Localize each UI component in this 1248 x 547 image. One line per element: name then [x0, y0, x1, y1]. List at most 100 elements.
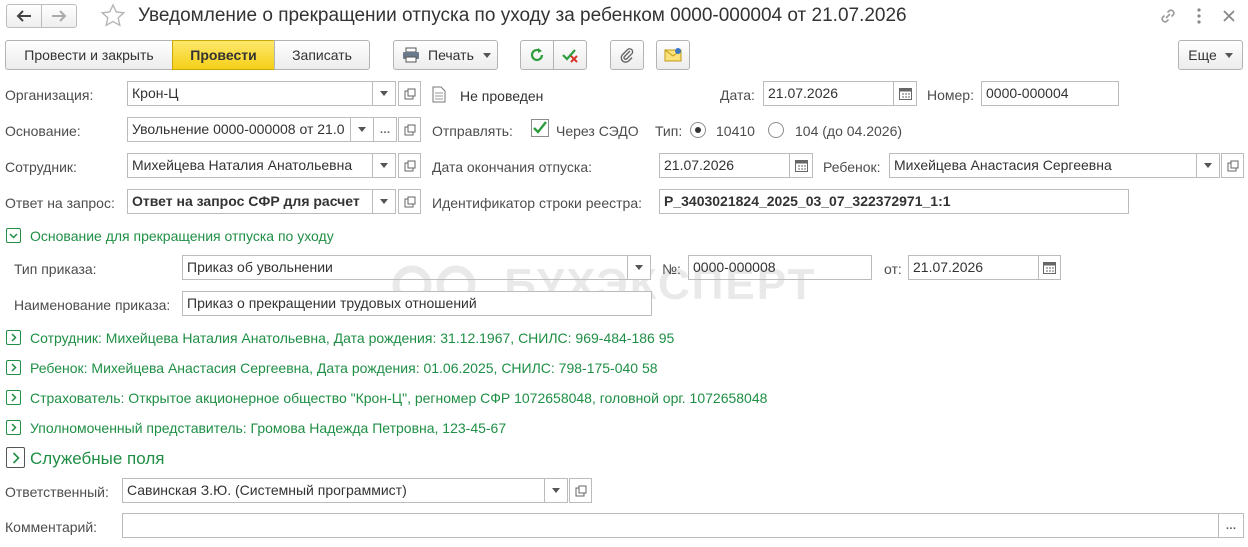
child-label: Ребенок:: [823, 159, 881, 175]
save-button[interactable]: Записать: [274, 40, 370, 70]
service-section-toggle[interactable]: [6, 447, 25, 468]
open-icon: [404, 196, 415, 207]
organization-label: Организация:: [5, 87, 94, 103]
responsible-dropdown-button[interactable]: [544, 478, 568, 503]
leave-end-input[interactable]: 21.07.2026: [659, 153, 790, 178]
date-input[interactable]: 21.07.2026: [763, 81, 894, 106]
open-icon: [404, 160, 415, 171]
date-calendar-button[interactable]: [893, 81, 917, 106]
number-input[interactable]: 0000-000004: [981, 81, 1119, 106]
type-label: Тип:: [655, 123, 683, 139]
arrow-right-icon: [52, 10, 67, 22]
refresh-button[interactable]: [520, 40, 554, 70]
leave-end-label: Дата окончания отпуска:: [432, 159, 593, 175]
reply-dropdown-button[interactable]: [372, 189, 396, 214]
order-type-dropdown-button[interactable]: [627, 255, 651, 280]
post-and-close-button[interactable]: Провести и закрыть: [5, 40, 173, 70]
order-date-label: от:: [884, 261, 902, 277]
organization-open-button[interactable]: [398, 81, 421, 106]
chevron-down-icon: [1224, 52, 1233, 58]
basis-label: Основание:: [5, 123, 81, 139]
order-name-label: Наименование приказа:: [14, 297, 171, 313]
reply-open-button[interactable]: [398, 189, 421, 214]
basis-section-title[interactable]: Основание для прекращения отпуска по ухо…: [30, 228, 334, 244]
refresh-icon: [530, 48, 544, 62]
reply-input[interactable]: Ответ на запрос СФР для расчет: [127, 189, 373, 214]
employee-label: Сотрудник:: [5, 159, 77, 175]
calendar-icon: [794, 160, 808, 172]
responsible-label: Ответственный:: [5, 484, 109, 500]
organization-input[interactable]: Крон-Ц: [127, 81, 373, 106]
more-actions-icon[interactable]: [1193, 6, 1205, 26]
print-button-label: Печать: [428, 47, 474, 63]
type-radio-10410[interactable]: [690, 122, 706, 138]
favorite-star-icon[interactable]: [100, 3, 126, 29]
more-button[interactable]: Еще: [1178, 40, 1243, 70]
checkmark-icon: [533, 121, 547, 134]
child-section-title[interactable]: Ребенок: Михейцева Анастасия Сергеевна, …: [30, 360, 658, 376]
arrow-left-icon: [16, 10, 31, 22]
organization-dropdown-button[interactable]: [372, 81, 396, 106]
unpost-button[interactable]: [553, 40, 587, 70]
link-icon[interactable]: [1158, 6, 1178, 26]
chevron-down-icon: [635, 265, 643, 270]
order-type-select[interactable]: Приказ об увольнении: [182, 255, 628, 280]
leave-end-calendar-button[interactable]: [789, 153, 813, 178]
order-number-input[interactable]: 0000-000008: [688, 255, 872, 280]
chevron-down-icon: [380, 199, 388, 204]
calendar-icon: [898, 88, 912, 100]
page-title: Уведомление о прекращении отпуска по ухо…: [138, 5, 907, 26]
open-icon: [404, 88, 415, 99]
chevron-down-icon: [482, 52, 491, 58]
chevron-down-icon: [380, 163, 388, 168]
basis-section-toggle[interactable]: [6, 228, 21, 243]
sedo-checkbox[interactable]: [531, 119, 549, 137]
paperclip-icon: [620, 48, 634, 63]
child-input[interactable]: Михейцева Анастасия Сергеевна: [889, 153, 1197, 178]
document-status-icon: [432, 86, 446, 103]
order-date-input[interactable]: 21.07.2026: [908, 255, 1039, 280]
basis-dropdown-button[interactable]: [350, 117, 374, 142]
child-section-toggle[interactable]: [6, 360, 21, 375]
sedo-label: Через СЭДО: [556, 123, 639, 139]
registry-label: Идентификатор строки реестра:: [432, 195, 642, 211]
registry-input[interactable]: P_3403021824_2025_03_07_322372971_1:1: [659, 189, 1129, 214]
basis-input[interactable]: Увольнение 0000-000008 от 21.0: [127, 117, 351, 142]
employee-open-button[interactable]: [398, 153, 421, 178]
type-radio-104[interactable]: [768, 122, 784, 138]
comment-label: Комментарий:: [5, 519, 98, 535]
open-icon: [1227, 160, 1238, 171]
close-icon[interactable]: [1220, 7, 1238, 25]
comment-input[interactable]: [122, 513, 1219, 538]
print-button[interactable]: Печать: [393, 40, 498, 70]
calendar-icon: [1043, 262, 1056, 274]
chevron-right-icon: [10, 423, 17, 432]
representative-section-title[interactable]: Уполномоченный представитель: Громова На…: [30, 420, 506, 436]
comment-expand-button[interactable]: …: [1218, 513, 1244, 538]
message-button[interactable]: [656, 40, 690, 70]
order-name-input[interactable]: Приказ о прекращении трудовых отношений: [182, 291, 652, 316]
employee-section-title[interactable]: Сотрудник: Михейцева Наталия Анатольевна…: [30, 330, 674, 346]
representative-section-toggle[interactable]: [6, 420, 21, 435]
post-button[interactable]: Провести: [172, 40, 275, 70]
nav-forward-button[interactable]: [41, 4, 77, 28]
order-date-calendar-button[interactable]: [1038, 255, 1061, 280]
employee-dropdown-button[interactable]: [372, 153, 396, 178]
insurer-section-title[interactable]: Страхователь: Открытое акционерное общес…: [30, 390, 767, 406]
child-open-button[interactable]: [1221, 153, 1244, 178]
unpost-icon: [562, 49, 578, 63]
insurer-section-toggle[interactable]: [6, 390, 21, 405]
open-icon: [404, 124, 415, 135]
basis-select-button[interactable]: …: [373, 117, 397, 142]
chevron-right-icon: [10, 393, 17, 402]
employee-section-toggle[interactable]: [6, 330, 21, 345]
employee-input[interactable]: Михейцева Наталия Анатольевна: [127, 153, 373, 178]
attach-file-button[interactable]: [610, 40, 644, 70]
child-dropdown-button[interactable]: [1196, 153, 1220, 178]
responsible-input[interactable]: Савинская З.Ю. (Системный программист): [122, 478, 545, 503]
responsible-open-button[interactable]: [569, 478, 592, 503]
basis-open-button[interactable]: [398, 117, 421, 142]
nav-back-button[interactable]: [6, 4, 42, 28]
service-section-title[interactable]: Служебные поля: [30, 449, 164, 469]
chevron-down-icon: [380, 91, 388, 96]
